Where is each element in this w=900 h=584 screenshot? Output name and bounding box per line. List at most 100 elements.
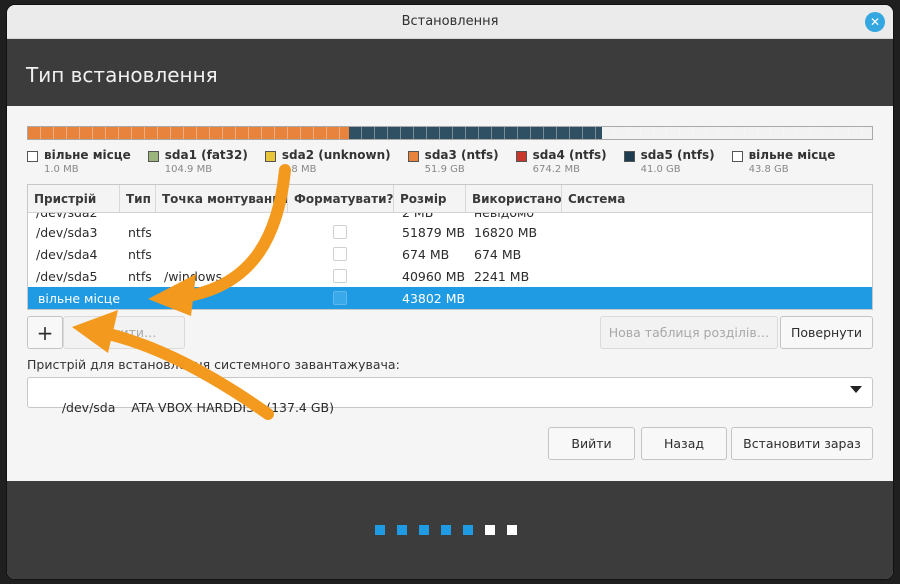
cell-format	[288, 213, 394, 221]
format-checkbox[interactable]	[333, 225, 347, 239]
cell-mount: /windows	[164, 269, 223, 284]
bootloader-select[interactable]: /dev/sda ATA VBOX HARDDISK (137.4 GB)	[27, 377, 873, 415]
table-row[interactable]: /dev/sda5 ntfs /windows 40960 MB 2241 MB	[28, 265, 872, 287]
legend-name: sda3 (ntfs)	[424, 148, 499, 162]
chevron-down-icon	[850, 386, 862, 393]
install-now-button[interactable]: Встановити зараз	[731, 427, 873, 460]
legend-item: вільне місце 43.8 GB	[731, 148, 836, 175]
legend-size: 1.0 MB	[44, 164, 79, 175]
legend-swatch	[515, 151, 527, 162]
cell-format	[288, 265, 394, 287]
back-button[interactable]: Назад	[641, 427, 727, 460]
cell-device: вільне місце	[38, 291, 120, 306]
cell-device: /dev/sda2	[28, 213, 120, 221]
table-row[interactable]: /dev/sda3 ntfs 51879 MB 16820 MB	[28, 221, 872, 243]
page-header: Тип встановлення	[7, 39, 893, 106]
legend-item: sda3 (ntfs) 51.9 GB	[407, 148, 499, 175]
table-body: /dev/sda2 2 MB невідомо /dev/sda3 ntfs 5…	[28, 213, 872, 309]
table-header: Пристрій Тип Точка монтування Форматуват…	[28, 185, 872, 213]
cell-type	[120, 213, 156, 221]
partition-bar-segment	[348, 127, 602, 139]
close-button[interactable]: ✕	[865, 12, 885, 32]
col-type[interactable]: Тип	[120, 185, 156, 212]
cell-format	[288, 243, 394, 265]
legend-size: 1.8 MB	[281, 164, 317, 175]
legend-item: sda1 (fat32) 104.9 MB	[147, 148, 248, 175]
format-checkbox[interactable]	[333, 291, 347, 305]
table-row-selected[interactable]: вільне місце 43802 MB	[28, 287, 872, 309]
table-row[interactable]: /dev/sda4 ntfs 674 MB 674 MB	[28, 243, 872, 265]
col-size[interactable]: Розмір	[394, 185, 466, 212]
legend-swatch	[407, 151, 419, 162]
cell-device: /dev/sda5	[36, 269, 98, 284]
cell-used: невідомо	[466, 213, 562, 221]
progress-dot	[441, 525, 451, 535]
cell-device: /dev/sda3	[36, 225, 98, 240]
cell-system	[562, 265, 862, 287]
legend-size: 104.9 MB	[164, 164, 213, 175]
cell-mount	[156, 243, 288, 265]
col-device[interactable]: Пристрій	[28, 185, 120, 212]
progress-dot	[485, 525, 495, 535]
cell-used: 16820 MB	[474, 225, 538, 240]
revert-button[interactable]: Повернути	[780, 316, 873, 349]
window-title: Встановлення	[401, 14, 499, 29]
bootloader-label: Пристрій для встановлення системного зав…	[27, 357, 400, 372]
legend-swatch	[264, 151, 276, 162]
legend-item: sda4 (ntfs) 674.2 MB	[515, 148, 607, 175]
close-icon: ✕	[869, 15, 881, 29]
col-used[interactable]: Використано	[466, 185, 562, 212]
partition-bar-segment	[28, 127, 349, 139]
cell-type	[120, 287, 156, 309]
progress-dot	[397, 525, 407, 535]
legend-name: sda5 (ntfs)	[640, 148, 715, 162]
cell-mount	[156, 287, 288, 309]
titlebar: Встановлення ✕	[7, 5, 893, 39]
cell-system	[562, 221, 862, 243]
installer-window: Встановлення ✕ Тип встановлення вільне м…	[7, 5, 893, 579]
cell-size: 43802 MB	[402, 291, 466, 306]
change-partition-button[interactable]: Змінити…	[63, 316, 185, 349]
cell-type: ntfs	[128, 247, 152, 262]
progress-dot	[375, 525, 385, 535]
col-mount[interactable]: Точка монтування	[156, 185, 288, 212]
legend-name: вільне місце	[44, 148, 131, 162]
legend-name: вільне місце	[748, 148, 836, 162]
cell-used: 674 MB	[474, 247, 522, 262]
legend-swatch	[731, 151, 743, 162]
format-checkbox[interactable]	[333, 269, 347, 283]
partition-bar-segment	[601, 127, 872, 139]
partition-table: Пристрій Тип Точка монтування Форматуват…	[27, 184, 873, 310]
legend-size: 41.0 GB	[640, 164, 681, 175]
legend-name: sda4 (ntfs)	[532, 148, 607, 162]
legend-swatch	[623, 151, 635, 162]
legend-swatch	[147, 151, 159, 162]
cell-mount	[156, 213, 288, 221]
cell-size: 674 MB	[402, 247, 450, 262]
legend-size: 43.8 GB	[748, 164, 789, 175]
add-partition-button[interactable]: +	[27, 316, 63, 349]
new-partition-table-button[interactable]: Нова таблиця розділів…	[600, 316, 778, 349]
progress-dot	[463, 525, 473, 535]
quit-button[interactable]: Вийти	[548, 427, 635, 460]
legend-item: вільне місце 1.0 MB	[27, 148, 131, 175]
legend-size: 51.9 GB	[424, 164, 465, 175]
legend-name: sda1 (fat32)	[164, 148, 248, 162]
partition-legend: вільне місце 1.0 MB sda1 (fat32) 104.9 MB sd…	[27, 148, 877, 175]
cell-system	[562, 287, 862, 309]
progress-dot	[419, 525, 429, 535]
cell-used	[466, 287, 562, 309]
col-format[interactable]: Форматувати?	[288, 185, 394, 212]
cell-system	[562, 243, 862, 265]
bootloader-value: /dev/sda ATA VBOX HARDDISK (137.4 GB)	[61, 400, 334, 415]
legend-name: sda2 (unknown)	[281, 148, 391, 162]
progress-dots	[375, 525, 529, 535]
cell-type: ntfs	[128, 225, 152, 240]
col-system[interactable]: Система	[562, 185, 872, 212]
legend-size: 674.2 MB	[532, 164, 580, 175]
cell-size: 40960 MB	[402, 269, 466, 284]
legend-swatch	[27, 151, 38, 162]
table-row[interactable]: /dev/sda2 2 MB невідомо	[28, 213, 872, 221]
cell-size: 2 MB	[394, 213, 466, 221]
format-checkbox[interactable]	[333, 247, 347, 261]
